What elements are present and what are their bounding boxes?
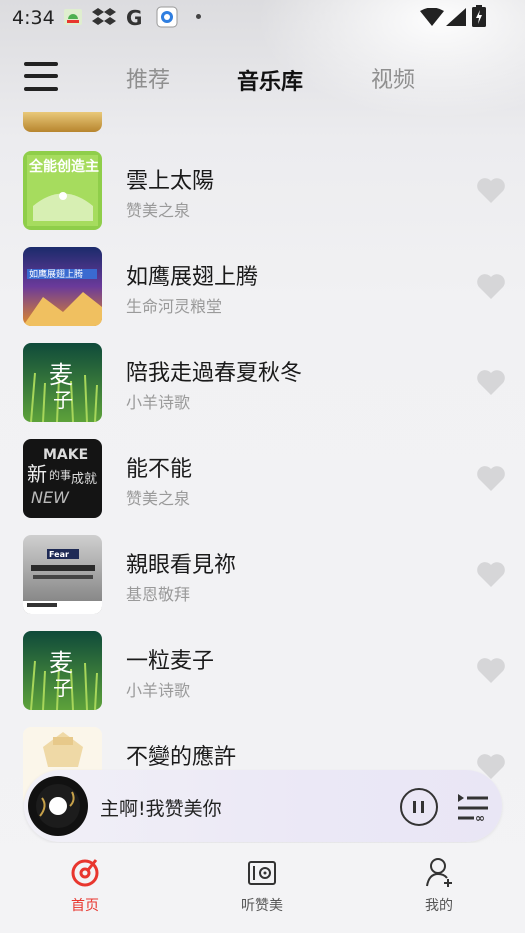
playlist-icon[interactable]: ∞: [456, 792, 490, 822]
tab-video[interactable]: 视频: [371, 62, 415, 94]
signal-icon: [446, 8, 466, 26]
svg-text:的事: 的事: [49, 468, 71, 482]
status-bar: 4:34 G: [0, 0, 525, 36]
heart-icon[interactable]: [476, 272, 506, 300]
radio-icon: [248, 861, 276, 885]
song-item[interactable]: Fear 親眼看見祢 基恩敬拜: [0, 535, 525, 631]
svg-text:麦: 麦: [49, 361, 73, 389]
song-artist: 基恩敬拜: [126, 585, 191, 604]
svg-text:∞: ∞: [475, 811, 485, 822]
heart-icon[interactable]: [476, 176, 506, 204]
wifi-icon: [420, 8, 444, 26]
bottom-nav: 首页 听赞美 我的: [0, 843, 525, 933]
song-cover: Fear: [23, 535, 102, 614]
song-title: 雲上太陽: [126, 169, 215, 194]
dropbox-icon: [92, 8, 116, 25]
nav-home-label: 首页: [71, 898, 99, 914]
song-cover: 如鹰展翅上腾: [23, 247, 102, 326]
svg-text:NEW: NEW: [31, 488, 70, 507]
album-disc[interactable]: [28, 776, 88, 836]
svg-text:全能创造主: 全能创造主: [28, 158, 99, 175]
song-title: 不變的應許: [126, 745, 237, 770]
google-icon: G: [126, 6, 143, 30]
svg-text:子: 子: [53, 388, 73, 412]
song-title: 陪我走過春夏秋冬: [126, 361, 303, 386]
song-cover: MAKE 新 的事 成就 NEW: [23, 439, 102, 518]
song-cover: 全能创造主: [23, 151, 102, 230]
battery-icon: [472, 5, 486, 27]
song-item[interactable]: MAKE 新 的事 成就 NEW 能不能 赞美之泉: [0, 439, 525, 535]
heart-icon[interactable]: [476, 560, 506, 588]
app-icon: [156, 6, 178, 28]
nav-me-label: 我的: [425, 898, 453, 914]
song-artist: 小羊诗歌: [126, 681, 191, 700]
song-cover-partial[interactable]: [23, 112, 102, 132]
menu-button[interactable]: [24, 60, 60, 92]
song-artist: 赞美之泉: [126, 489, 191, 508]
song-artist: 赞美之泉: [126, 201, 191, 220]
user-icon: [426, 858, 452, 887]
pause-button[interactable]: [400, 788, 438, 826]
nav-listen-label: 听赞美: [241, 898, 283, 914]
nav-me[interactable]: 我的: [389, 857, 489, 915]
song-title: 如鹰展翅上腾: [126, 265, 259, 290]
song-item[interactable]: 如鹰展翅上腾 如鹰展翅上腾 生命河灵粮堂: [0, 247, 525, 343]
tab-music-library[interactable]: 音乐库: [237, 64, 303, 96]
song-item[interactable]: 全能创造主 雲上太陽 赞美之泉: [0, 151, 525, 247]
song-cover: 麦 子: [23, 343, 102, 422]
song-artist: 生命河灵粮堂: [126, 297, 223, 316]
tab-recommend[interactable]: 推荐: [126, 62, 170, 94]
song-artist: 小羊诗歌: [126, 393, 191, 412]
svg-text:新: 新: [27, 462, 47, 486]
svg-text:麦: 麦: [49, 649, 73, 677]
android-icon: [64, 9, 82, 25]
dot-icon: [196, 14, 201, 19]
svg-text:如鹰展翅上腾: 如鹰展翅上腾: [29, 268, 83, 280]
song-title: 親眼看見祢: [126, 553, 237, 578]
song-title: 一粒麦子: [126, 649, 215, 674]
nav-listen[interactable]: 听赞美: [212, 857, 312, 915]
home-disc-icon: [71, 859, 99, 887]
heart-icon[interactable]: [476, 656, 506, 684]
now-playing-title: 主啊!我赞美你: [100, 798, 222, 820]
nav-home[interactable]: 首页: [35, 857, 135, 915]
song-item[interactable]: 麦 子 一粒麦子 小羊诗歌: [0, 631, 525, 727]
svg-text:MAKE: MAKE: [43, 447, 88, 463]
status-time: 4:34: [12, 7, 55, 29]
svg-text:成就: 成就: [71, 472, 97, 487]
heart-icon[interactable]: [476, 368, 506, 396]
heart-icon[interactable]: [476, 464, 506, 492]
svg-text:Fear: Fear: [49, 550, 69, 559]
song-item[interactable]: 麦 子 陪我走過春夏秋冬 小羊诗歌: [0, 343, 525, 439]
song-title: 能不能: [126, 457, 193, 482]
mini-player[interactable]: 主啊!我赞美你 ∞: [24, 770, 502, 842]
svg-text:子: 子: [53, 676, 73, 700]
song-cover: 麦 子: [23, 631, 102, 710]
